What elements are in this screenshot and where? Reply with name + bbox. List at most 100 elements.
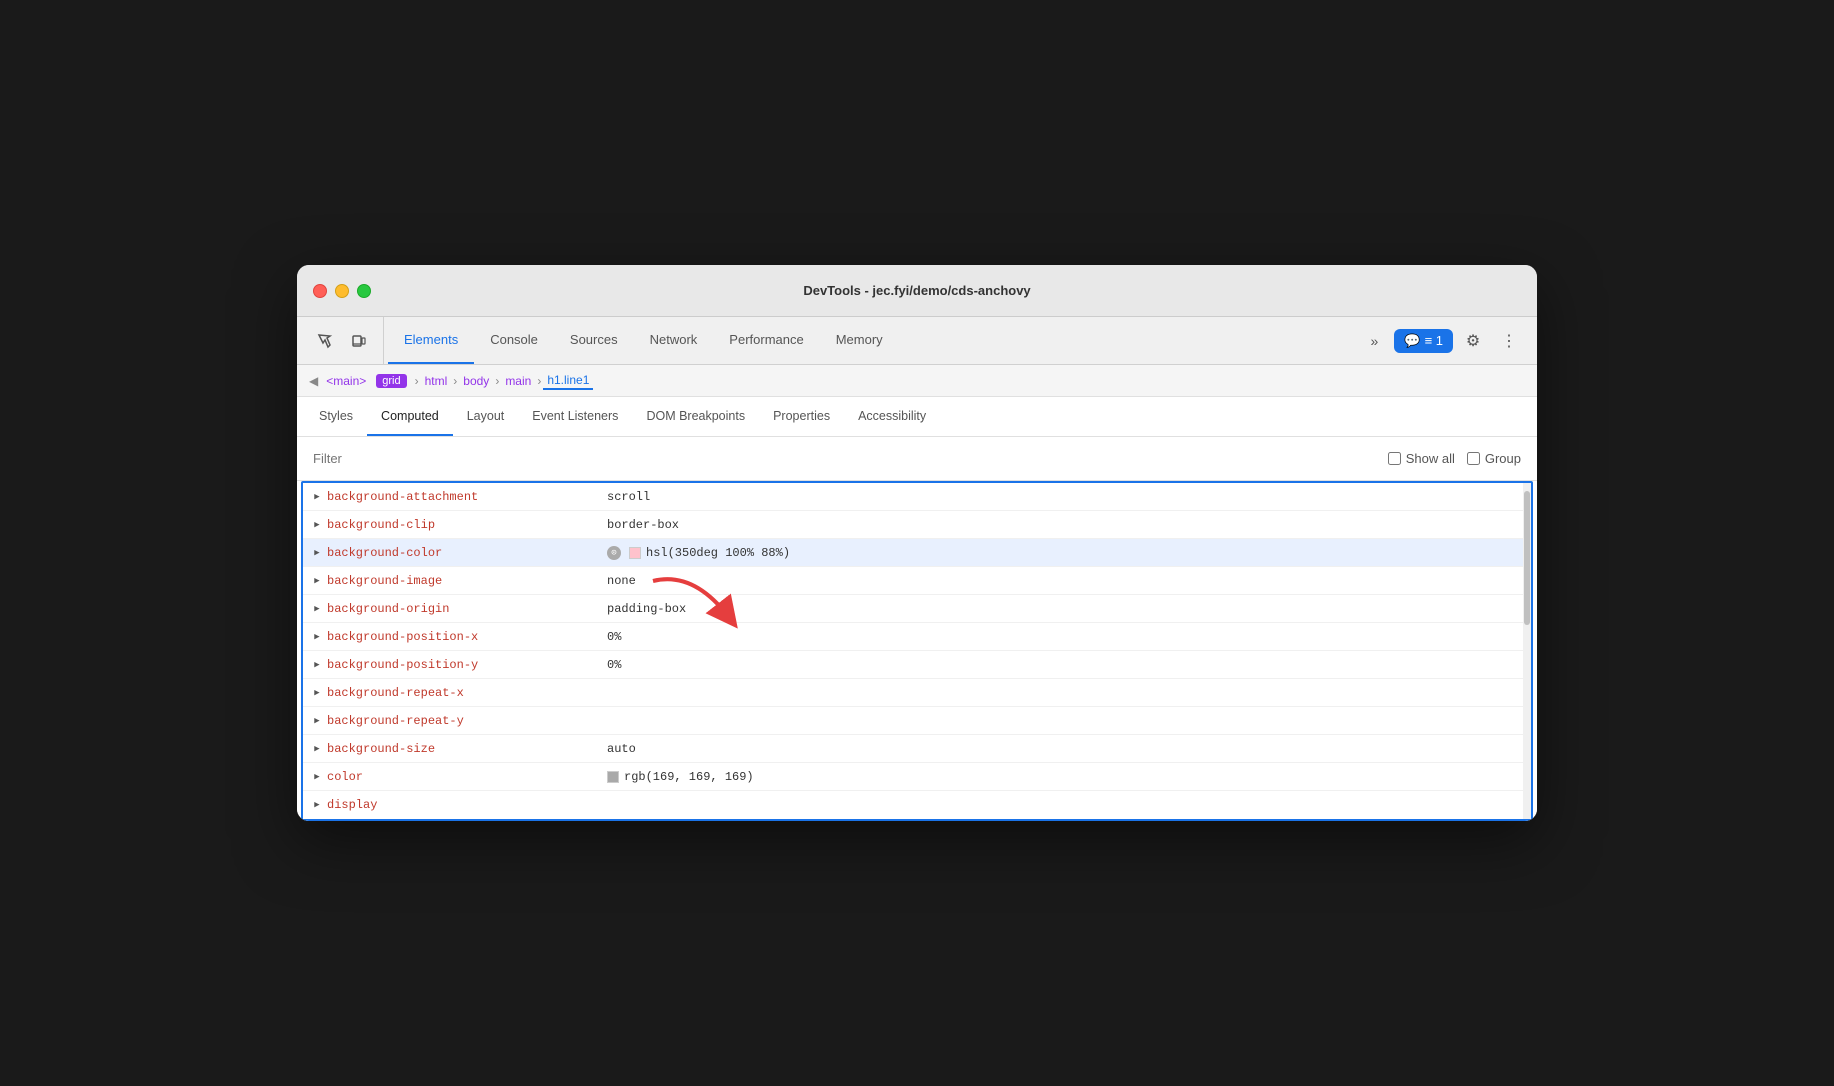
computed-row-bg-repeat-x[interactable]: ▶ background-repeat-x <box>303 679 1531 707</box>
group-checkbox[interactable] <box>1467 452 1480 465</box>
panel-tab-properties[interactable]: Properties <box>759 397 844 436</box>
color-swatch-color[interactable] <box>607 771 619 783</box>
expand-icon[interactable]: ▶ <box>311 743 323 755</box>
expand-icon[interactable]: ▶ <box>311 687 323 699</box>
tab-memory[interactable]: Memory <box>820 317 899 364</box>
prop-name: background-position-y <box>327 658 607 672</box>
minimize-button[interactable] <box>335 284 349 298</box>
traffic-lights <box>313 284 371 298</box>
titlebar: DevTools - jec.fyi/demo/cds-anchovy <box>297 265 1537 317</box>
chat-button[interactable]: 💬 ≡ 1 <box>1394 329 1453 353</box>
computed-row-bg-attachment[interactable]: ▶ background-attachment scroll <box>303 483 1531 511</box>
computed-row-color[interactable]: ▶ color rgb(169, 169, 169) <box>303 763 1531 791</box>
expand-icon[interactable]: ▶ <box>311 519 323 531</box>
devtools-window: DevTools - jec.fyi/demo/cds-anchovy <box>297 265 1537 821</box>
prop-name: background-repeat-x <box>327 686 607 700</box>
tab-sources[interactable]: Sources <box>554 317 634 364</box>
prop-value: border-box <box>607 518 679 532</box>
prop-name: display <box>327 798 607 812</box>
panel-tab-layout[interactable]: Layout <box>453 397 519 436</box>
panel-tab-accessibility[interactable]: Accessibility <box>844 397 940 436</box>
expand-icon[interactable]: ▶ <box>311 603 323 615</box>
filter-input[interactable] <box>313 451 1372 466</box>
expand-icon[interactable]: ▶ <box>311 547 323 559</box>
filter-options: Show all Group <box>1388 451 1521 466</box>
computed-row-bg-repeat-y[interactable]: ▶ background-repeat-y <box>303 707 1531 735</box>
breadcrumb-sep: › <box>415 374 419 388</box>
computed-row-bg-color[interactable]: ▶ background-color ⊙ hsl(350deg 100% 88%… <box>303 539 1531 567</box>
settings-button[interactable]: ⚙ <box>1457 325 1489 357</box>
tab-network[interactable]: Network <box>634 317 714 364</box>
panel-tab-computed[interactable]: Computed <box>367 397 453 436</box>
computed-row-bg-origin[interactable]: ▶ background-origin padding-box <box>303 595 1531 623</box>
prop-value: 0% <box>607 630 621 644</box>
prop-value: none <box>607 574 636 588</box>
close-button[interactable] <box>313 284 327 298</box>
toolbar-right: » 💬 ≡ 1 ⚙ ⋮ <box>1350 325 1533 357</box>
panel-tab-dom-breakpoints[interactable]: DOM Breakpoints <box>632 397 759 436</box>
prop-name: background-clip <box>327 518 607 532</box>
tab-performance[interactable]: Performance <box>713 317 819 364</box>
scrollbar-thumb[interactable] <box>1524 491 1530 625</box>
device-icon[interactable] <box>343 325 375 357</box>
panel-tabs: Styles Computed Layout Event Listeners D… <box>297 397 1537 437</box>
more-options-button[interactable]: ⋮ <box>1493 325 1525 357</box>
prop-value: 0% <box>607 658 621 672</box>
filter-bar: Show all Group <box>297 437 1537 481</box>
tab-console[interactable]: Console <box>474 317 554 364</box>
breadcrumb-bar: ◀ <main> grid › html › body › main › h1.… <box>297 365 1537 397</box>
tab-elements[interactable]: Elements <box>388 317 474 364</box>
expand-icon[interactable]: ▶ <box>311 771 323 783</box>
expand-icon[interactable]: ▶ <box>311 491 323 503</box>
more-tabs-button[interactable]: » <box>1358 325 1390 357</box>
breadcrumb-body[interactable]: body <box>459 372 493 390</box>
prop-value: auto <box>607 742 636 756</box>
group-checkbox-label[interactable]: Group <box>1467 451 1521 466</box>
panel-tab-styles[interactable]: Styles <box>305 397 367 436</box>
expand-icon[interactable]: ▶ <box>311 715 323 727</box>
main-toolbar: Elements Console Sources Network Perform… <box>297 317 1537 365</box>
panel-tab-event-listeners[interactable]: Event Listeners <box>518 397 632 436</box>
computed-row-display[interactable]: ▶ display <box>303 791 1531 819</box>
override-icon: ⊙ <box>607 546 621 560</box>
window-title: DevTools - jec.fyi/demo/cds-anchovy <box>803 283 1030 298</box>
breadcrumb-main-tag[interactable]: <main> <box>322 372 370 390</box>
expand-icon[interactable]: ▶ <box>311 575 323 587</box>
computed-row-bg-clip[interactable]: ▶ background-clip border-box <box>303 511 1531 539</box>
breadcrumb-html[interactable]: html <box>421 372 452 390</box>
expand-icon[interactable]: ▶ <box>311 631 323 643</box>
prop-name: background-size <box>327 742 607 756</box>
prop-name: background-position-x <box>327 630 607 644</box>
prop-name: color <box>327 770 607 784</box>
prop-name: background-repeat-y <box>327 714 607 728</box>
computed-row-bg-pos-x[interactable]: ▶ background-position-x 0% <box>303 623 1531 651</box>
main-tabs: Elements Console Sources Network Perform… <box>388 317 1350 364</box>
show-all-checkbox-label[interactable]: Show all <box>1388 451 1455 466</box>
prop-name: background-image <box>327 574 607 588</box>
breadcrumb-main[interactable]: main <box>501 372 535 390</box>
prop-name: background-color <box>327 546 607 560</box>
grid-badge: grid <box>376 374 406 388</box>
computed-row-bg-image[interactable]: ▶ background-image none <box>303 567 1531 595</box>
inspect-icon[interactable] <box>309 325 341 357</box>
prop-value: ⊙ hsl(350deg 100% 88%) <box>607 546 790 560</box>
breadcrumb-arrow: ◀ <box>309 374 318 388</box>
computed-row-bg-size[interactable]: ▶ background-size auto <box>303 735 1531 763</box>
devtools-body: Elements Console Sources Network Perform… <box>297 317 1537 821</box>
breadcrumb-sep2: › <box>453 374 457 388</box>
computed-list: ▶ background-attachment scroll ▶ backgro… <box>303 483 1531 819</box>
prop-value: scroll <box>607 490 650 504</box>
breadcrumb-sep4: › <box>537 374 541 388</box>
color-swatch[interactable] <box>629 547 641 559</box>
maximize-button[interactable] <box>357 284 371 298</box>
expand-icon[interactable]: ▶ <box>311 659 323 671</box>
expand-icon[interactable]: ▶ <box>311 799 323 811</box>
breadcrumb-h1[interactable]: h1.line1 <box>543 371 593 390</box>
computed-content: ▶ background-attachment scroll ▶ backgro… <box>297 481 1537 821</box>
show-all-checkbox[interactable] <box>1388 452 1401 465</box>
computed-row-bg-pos-y[interactable]: ▶ background-position-y 0% <box>303 651 1531 679</box>
prop-name: background-attachment <box>327 490 607 504</box>
toolbar-icons <box>301 317 384 364</box>
prop-value: rgb(169, 169, 169) <box>607 770 754 784</box>
scrollbar[interactable] <box>1523 483 1531 819</box>
